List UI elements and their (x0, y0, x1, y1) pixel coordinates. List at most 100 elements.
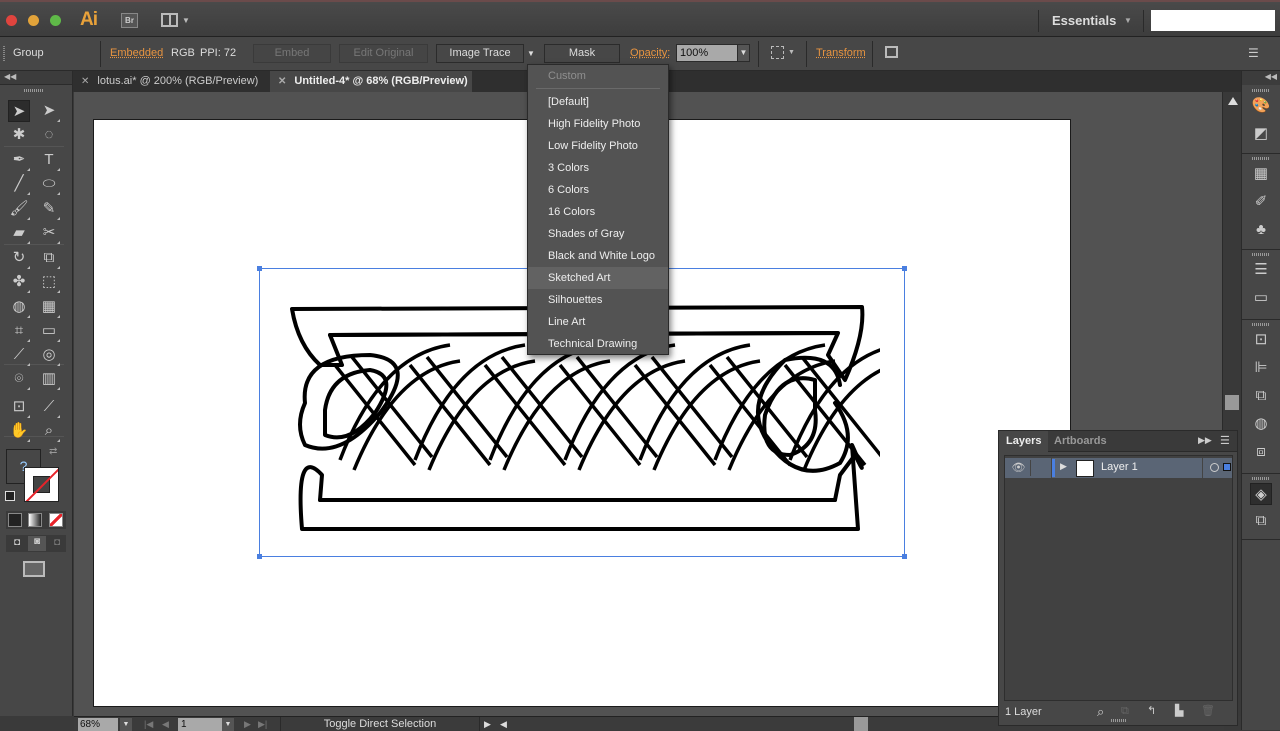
rotate-tool[interactable]: ↻ (8, 247, 30, 269)
make-clipping-mask-icon[interactable]: ⧉ (1121, 705, 1129, 718)
pen-tool[interactable]: ✒ (8, 149, 30, 171)
expand-panels-icon[interactable]: ◀◀ (1242, 71, 1280, 85)
swap-fill-stroke-icon[interactable]: ⇄ (49, 446, 57, 457)
recolor-artwork-icon[interactable] (771, 46, 784, 59)
artboards-icon[interactable]: ⧉ (1250, 510, 1272, 532)
menu-item-high-fidelity-photo[interactable]: High Fidelity Photo (528, 113, 668, 135)
arrange-documents-caret-icon[interactable]: ▼ (182, 16, 190, 25)
lock-toggle[interactable] (1032, 458, 1052, 478)
dock-group-grip[interactable] (1252, 477, 1270, 480)
opacity-dropdown-icon[interactable]: ▼ (737, 44, 750, 62)
shape-builder-tool[interactable]: ◍ (8, 296, 30, 318)
menu-item-16-colors[interactable]: 16 Colors (528, 201, 668, 223)
appearance-icon[interactable]: ◍ (1250, 413, 1272, 435)
zoom-tool[interactable]: ⌕ (38, 420, 60, 442)
type-tool[interactable]: T (38, 149, 60, 171)
zoom-window-button[interactable] (50, 15, 61, 26)
scissors-tool[interactable]: ✂ (38, 222, 60, 244)
hand-tool[interactable]: ✋ (8, 420, 30, 442)
puppet-warp-tool[interactable]: ✤ (8, 271, 30, 293)
symbol-sprayer-tool[interactable]: ⌾ (8, 368, 30, 390)
panel-menu-icon[interactable]: ☰ (1220, 434, 1230, 447)
close-window-button[interactable] (6, 15, 17, 26)
gradient-button[interactable] (28, 513, 42, 527)
pencil-tool[interactable]: ✎ (38, 198, 60, 220)
edit-original-button[interactable]: Edit Original (339, 44, 428, 63)
expand-layer-icon[interactable]: ▶ (1060, 461, 1067, 472)
go-to-bridge-button[interactable]: Br (121, 13, 138, 28)
close-tab-icon[interactable]: ✕ (81, 76, 89, 87)
direct-selection-tool[interactable]: ➤ (38, 100, 60, 122)
zoom-dropdown-icon[interactable]: ▼ (120, 718, 132, 731)
minimize-window-button[interactable] (28, 15, 39, 26)
resize-handle[interactable] (257, 266, 262, 271)
close-tab-icon[interactable]: ✕ (278, 76, 286, 87)
change-screen-mode-icon[interactable] (23, 561, 45, 577)
menu-item-black-and-white-logo[interactable]: Black and White Logo (528, 245, 668, 267)
eyedropper-tool[interactable]: ⟋ (8, 344, 30, 366)
tab-artboards[interactable]: Artboards (1047, 431, 1114, 452)
vertical-scroll-thumb[interactable] (1225, 395, 1239, 410)
menu-item-low-fidelity-photo[interactable]: Low Fidelity Photo (528, 135, 668, 157)
paintbrush-tool[interactable]: 🖌 (8, 198, 30, 220)
embedded-link[interactable]: Embedded (110, 47, 163, 59)
workspace-switcher[interactable]: Essentials (1052, 13, 1116, 28)
artboard-dropdown-icon[interactable]: ▼ (222, 718, 234, 731)
dock-group-grip[interactable] (1252, 157, 1270, 160)
collapse-tools-icon[interactable]: ◀◀ (0, 71, 72, 85)
previous-artboard-icon[interactable]: ◀ (162, 717, 169, 731)
layers-icon[interactable]: ◈ (1250, 483, 1272, 505)
horizontal-scroll-thumb[interactable] (854, 717, 868, 731)
menu-item-3-colors[interactable]: 3 Colors (528, 157, 668, 179)
control-bar-grip[interactable] (3, 46, 5, 62)
resize-handle[interactable] (902, 266, 907, 271)
opacity-link[interactable]: Opacity: (630, 47, 670, 59)
blob-brush-tool[interactable]: ▰ (8, 222, 30, 244)
align-icon[interactable]: ⊫ (1250, 357, 1272, 379)
draw-inside-icon[interactable]: ◘ (48, 537, 66, 550)
graphic-styles-icon[interactable]: ⧈ (1250, 441, 1272, 463)
transform-icon[interactable]: ⊡ (1250, 329, 1272, 351)
gradient-icon[interactable]: ▭ (1250, 287, 1272, 309)
next-artboard-icon[interactable]: ▶ (244, 717, 251, 731)
lasso-tool[interactable]: ◌ (38, 124, 60, 146)
menu-item-silhouettes[interactable]: Silhouettes (528, 289, 668, 311)
scroll-up-icon[interactable] (1228, 97, 1238, 105)
color-icon[interactable]: 🎨 (1250, 95, 1272, 117)
tab-lotus[interactable]: ✕ lotus.ai* @ 200% (RGB/Preview) (73, 71, 269, 92)
draw-normal-icon[interactable]: ◘ (8, 537, 26, 550)
last-artboard-icon[interactable]: ▶| (258, 717, 267, 731)
artboard-tool[interactable]: ⊡ (8, 396, 30, 418)
stroke-swatch[interactable] (24, 467, 59, 502)
artboard-number-input[interactable]: 1 (178, 718, 223, 731)
locate-object-icon[interactable]: ⌕ (1097, 704, 1104, 720)
image-trace-button[interactable]: Image Trace (436, 44, 524, 63)
stroke-icon[interactable]: ☰ (1250, 259, 1272, 281)
dock-group-grip[interactable] (1252, 253, 1270, 256)
target-icon[interactable] (1210, 463, 1219, 472)
control-panel-menu-icon[interactable]: ☰ (1248, 46, 1259, 60)
layer-name[interactable]: Layer 1 (1101, 461, 1138, 473)
visibility-eye-icon[interactable]: 👁 (1007, 460, 1031, 476)
mask-button[interactable]: Mask (544, 44, 620, 63)
line-segment-tool[interactable]: ╱ (8, 173, 30, 195)
selection-tool[interactable]: ➤ (8, 100, 30, 122)
magic-wand-tool[interactable]: ✱ (8, 124, 30, 146)
status-text[interactable]: Toggle Direct Selection (280, 717, 480, 731)
scale-tool[interactable]: ⧉ (38, 247, 60, 269)
menu-item-sketched-art[interactable]: Sketched Art (528, 267, 668, 289)
tools-panel-grip[interactable] (24, 89, 44, 92)
tab-layers[interactable]: Layers (999, 431, 1049, 452)
search-input[interactable] (1151, 10, 1275, 31)
color-guide-icon[interactable]: ◩ (1250, 123, 1272, 145)
embed-button[interactable]: Embed (253, 44, 331, 63)
blend-tool[interactable]: ◎ (38, 344, 60, 366)
resize-handle[interactable] (257, 554, 262, 559)
mesh-tool[interactable]: ⌗ (8, 320, 30, 342)
resize-handle[interactable] (902, 554, 907, 559)
transform-link[interactable]: Transform (816, 47, 866, 59)
none-button[interactable] (49, 513, 63, 527)
perspective-grid-tool[interactable]: ▦ (38, 296, 60, 318)
workspace-caret-icon[interactable]: ▼ (1124, 16, 1132, 25)
menu-item-technical-drawing[interactable]: Technical Drawing (528, 333, 668, 355)
